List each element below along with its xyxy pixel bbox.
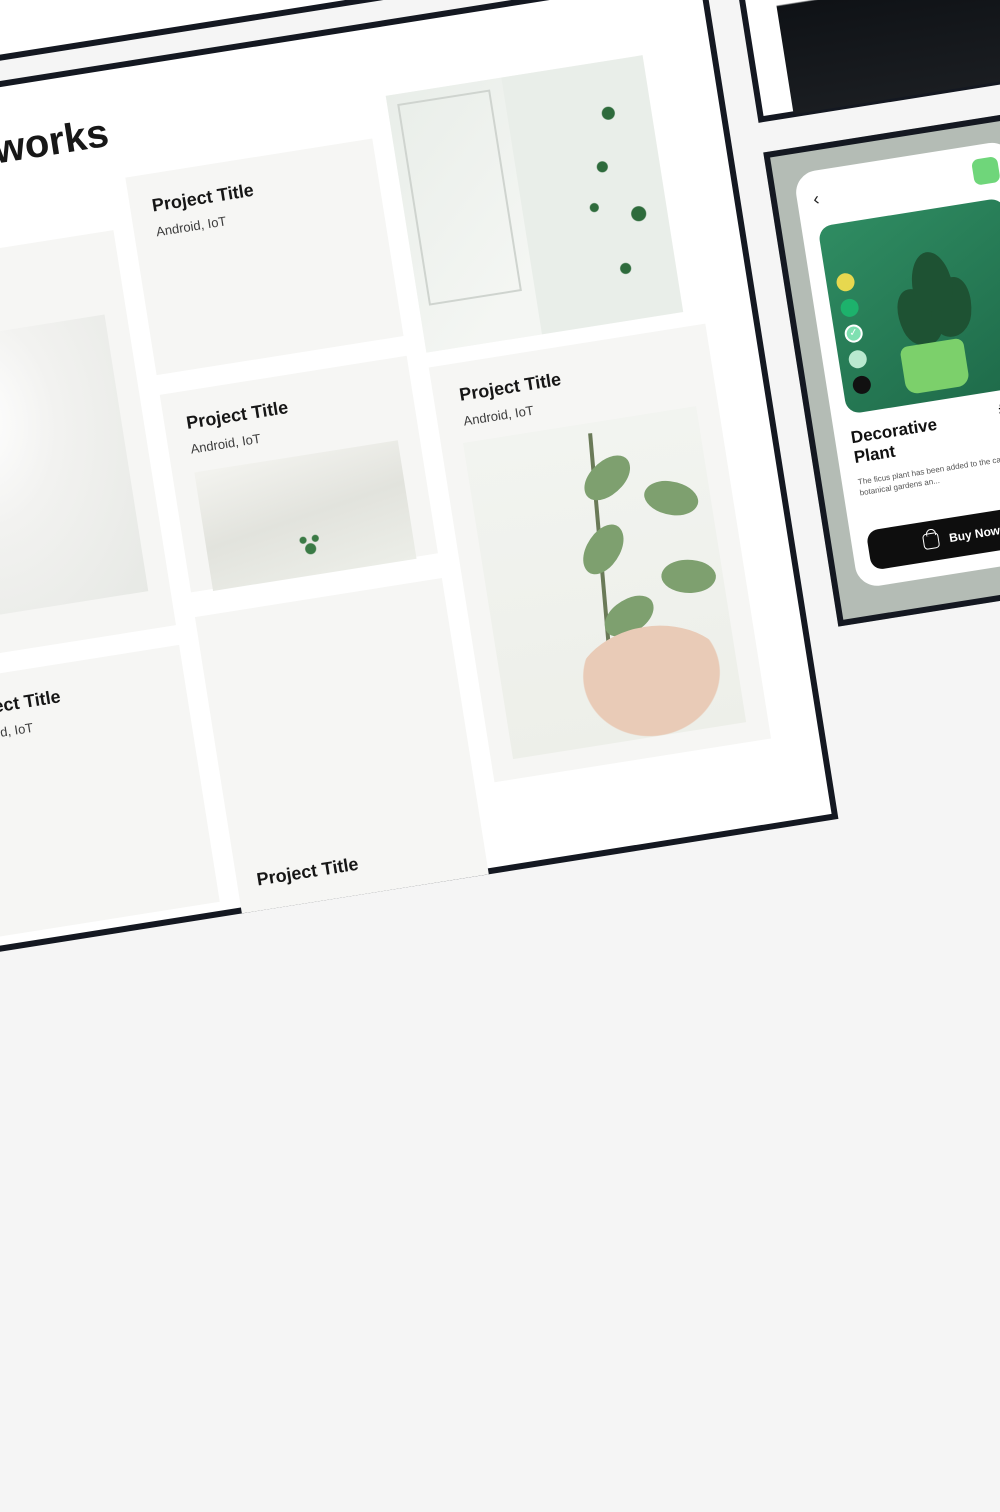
buy-now-button[interactable]: Buy Now <box>866 502 1000 571</box>
project-card[interactable]: Project Title Android, IoT <box>0 645 220 941</box>
back-icon[interactable]: ‹ <box>812 188 821 210</box>
mobile-mock-panel: ‹ Decorative Plant £7.90 The ficus plant… <box>763 84 1000 627</box>
avatar[interactable] <box>971 156 1000 186</box>
project-image <box>463 406 746 759</box>
recent-works-grid: Project Title Android, IoT Project Title… <box>0 92 785 971</box>
project-title: Project Title <box>255 854 360 891</box>
color-swatch[interactable] <box>847 349 868 370</box>
text-preview-panel: Loren Condim <box>702 0 1000 123</box>
product-hero <box>818 197 1000 414</box>
project-card[interactable] <box>386 55 683 352</box>
bag-icon <box>922 532 940 550</box>
color-swatch-selected[interactable] <box>843 323 864 344</box>
preview-image <box>767 0 1000 114</box>
product-name: Decorative Plant <box>849 410 974 469</box>
project-image <box>386 55 683 352</box>
color-selector[interactable] <box>835 272 872 395</box>
buy-label: Buy Now <box>948 523 1000 545</box>
recent-works-panel: Recent works Project Title Android, IoT … <box>0 0 838 964</box>
color-swatch[interactable] <box>835 272 856 293</box>
color-swatch[interactable] <box>839 298 860 319</box>
project-card[interactable]: Project Title Android, IoT <box>125 138 403 375</box>
project-card[interactable]: Project Title <box>195 578 489 913</box>
project-image <box>194 440 416 591</box>
project-card[interactable]: Project Title Android, IoT <box>429 324 771 783</box>
project-card[interactable]: Project Title Android, IoT <box>160 356 438 593</box>
phone-mock: ‹ Decorative Plant £7.90 The ficus plant… <box>793 140 1000 589</box>
color-swatch[interactable] <box>852 375 873 396</box>
project-image <box>0 315 148 624</box>
